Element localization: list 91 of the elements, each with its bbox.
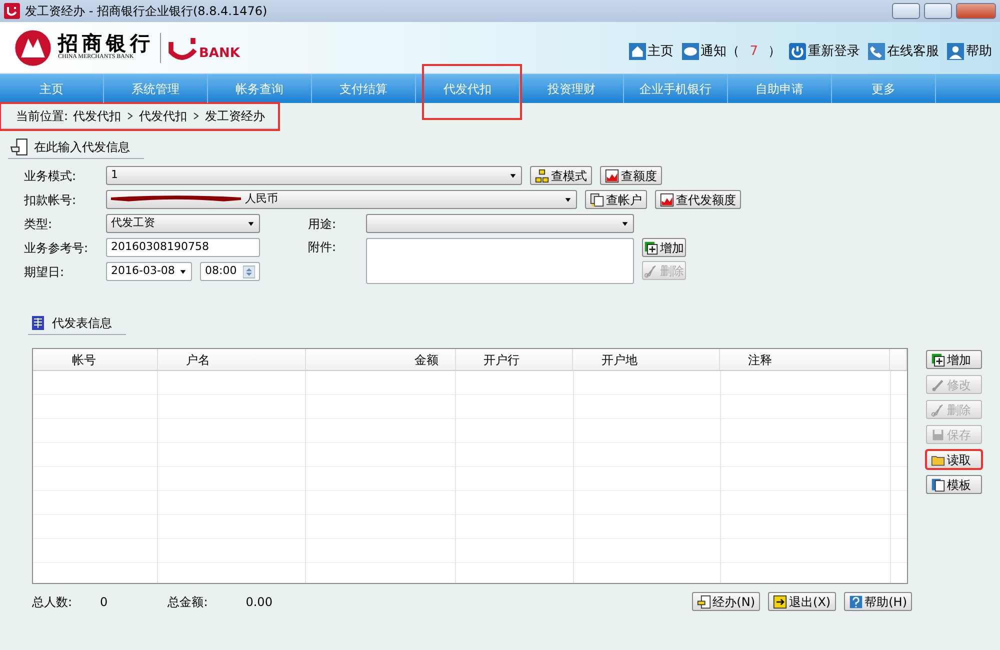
- add-icon: [931, 352, 945, 366]
- column-header[interactable]: 注释: [720, 349, 890, 370]
- breadcrumb-label: 当前位置:: [16, 108, 68, 124]
- top-link[interactable]: 帮助: [947, 30, 992, 73]
- account-dropdown[interactable]: 人民币: [106, 190, 577, 209]
- field-label: 扣款帐号:: [24, 192, 78, 208]
- brush-icon: [931, 378, 945, 392]
- time-value: 08:00: [205, 263, 237, 280]
- selected-value: 代发工资: [111, 215, 155, 232]
- breadcrumb-item[interactable]: 代发代扣: [139, 106, 188, 124]
- dropdown-caret-icon: [179, 268, 187, 274]
- total-label: 总金额:: [168, 594, 208, 610]
- date-value: 2016-03-08: [111, 263, 175, 280]
- dropdown-caret-icon: [621, 220, 629, 226]
- bank-logo-icon: [14, 28, 52, 66]
- field-label: 用途:: [308, 216, 338, 232]
- spinner-icon: [243, 264, 255, 278]
- chevron-icon: [126, 110, 134, 120]
- exit-door-icon: [773, 594, 788, 608]
- quota-button[interactable]: 查额度: [600, 166, 662, 185]
- column-header[interactable]: 金额: [306, 349, 456, 370]
- house-icon: [628, 43, 646, 60]
- add-button[interactable]: 增加: [926, 350, 982, 369]
- total-value: 0.00: [246, 594, 272, 610]
- close-button[interactable]: [956, 3, 996, 19]
- section-title: 代发表信息: [52, 315, 112, 332]
- purpose-dropdown[interactable]: [366, 214, 634, 233]
- minimize-button[interactable]: [892, 3, 920, 19]
- app-icon: [4, 3, 20, 19]
- mode-dropdown[interactable]: 1: [106, 166, 522, 185]
- dropdown-caret-icon: [247, 220, 255, 226]
- add-button[interactable]: 增加: [642, 238, 686, 257]
- type-dropdown[interactable]: 代发工资: [106, 214, 260, 233]
- selected-value: 人民币: [245, 191, 278, 208]
- total-value: 0: [100, 594, 108, 610]
- phone-icon: [868, 43, 885, 60]
- mode-button[interactable]: 查模式: [530, 166, 592, 185]
- chart-icon: [605, 168, 619, 182]
- table-icon: [30, 315, 46, 331]
- column-header[interactable]: 户名: [158, 349, 306, 370]
- power-icon: [789, 43, 806, 60]
- date-field[interactable]: 2016-03-08: [106, 262, 192, 281]
- field-label: 期望日:: [24, 264, 66, 280]
- chart-icon: [660, 192, 674, 206]
- help-button[interactable]: 帮助(H): [844, 592, 912, 611]
- template-button[interactable]: 模板: [926, 475, 982, 494]
- maximize-button[interactable]: [924, 3, 952, 19]
- quota-button[interactable]: 查代发额度: [655, 190, 741, 209]
- breadcrumb-item[interactable]: 代发代扣: [73, 106, 122, 124]
- field-label: 附件:: [308, 239, 338, 256]
- documents-icon: [590, 192, 604, 206]
- hierarchy-icon: [535, 168, 549, 182]
- selected-value: 1: [111, 167, 118, 184]
- hand-document-icon: [696, 594, 711, 608]
- time-field[interactable]: 08:00: [200, 262, 260, 281]
- divider-line: [160, 32, 161, 62]
- scissors-icon: [931, 402, 945, 416]
- breadcrumb-item[interactable]: 发工资经办: [205, 106, 266, 124]
- template-icon: [931, 478, 945, 492]
- column-header[interactable]: 开户地: [573, 349, 720, 370]
- field-label: 业务模式:: [24, 168, 78, 184]
- window-title: 发工资经办 - 招商银行企业银行(8.8.4.1476): [25, 3, 268, 20]
- dropdown-caret-icon: [509, 172, 517, 178]
- field-label: 业务参考号:: [24, 240, 90, 256]
- user-icon: [947, 43, 964, 60]
- chat-bubble-icon: [682, 43, 699, 60]
- chevron-icon: [192, 110, 200, 120]
- notification-count: 7: [748, 42, 759, 61]
- column-header[interactable]: 开户行: [456, 349, 574, 370]
- reference-field[interactable]: 20160308190758: [106, 238, 260, 257]
- total-label: 总人数:: [32, 594, 72, 610]
- top-link[interactable]: 在线客服: [868, 30, 939, 73]
- top-link[interactable]: 主页: [628, 30, 674, 73]
- logo-name: 招商银行: [58, 33, 154, 53]
- column-header[interactable]: 帐号: [33, 349, 158, 370]
- section-title: 在此输入代发信息: [34, 139, 130, 156]
- dropdown-caret-icon: [564, 196, 572, 202]
- hand-pointer-icon: [10, 138, 28, 156]
- exit-button[interactable]: 退出(X): [768, 592, 836, 611]
- scissors-icon: [644, 264, 658, 278]
- add-icon: [644, 240, 658, 254]
- help-icon: [848, 594, 863, 608]
- field-label: 类型:: [24, 216, 54, 232]
- account-button[interactable]: 查帐户: [585, 190, 647, 209]
- submit-button[interactable]: 经办(N): [692, 592, 760, 611]
- floppy-icon: [931, 428, 945, 442]
- top-link[interactable]: 通知（ 7 ）: [682, 30, 781, 73]
- top-link[interactable]: 重新登录: [789, 30, 860, 73]
- attachment-box[interactable]: [366, 238, 634, 284]
- product-name: BANK: [199, 45, 240, 63]
- read-button[interactable]: 读取: [926, 450, 982, 469]
